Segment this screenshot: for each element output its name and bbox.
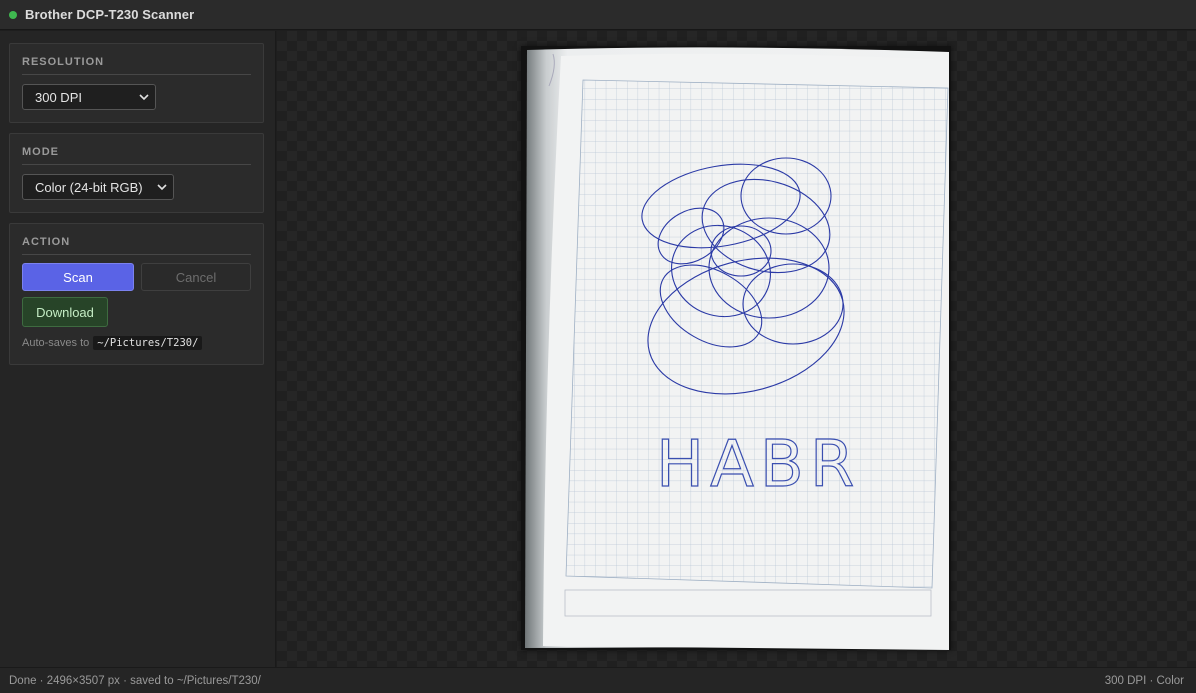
status-message: Done · 2496×3507 px · saved to ~/Picture… [9,674,261,687]
status-dot-icon [9,10,17,19]
cancel-button[interactable]: Cancel [141,263,251,291]
sidebar: RESOLUTION 300 DPI MODE Color (24-bit RG… [0,31,276,667]
action-panel: ACTION Scan Cancel Download Auto-saves t… [9,223,264,365]
app-title: Brother DCP-T230 Scanner [25,7,195,22]
scanned-image: HABR [521,46,951,650]
title-bar: Brother DCP-T230 Scanner [0,0,1196,30]
chevron-down-icon [139,94,149,101]
download-button[interactable]: Download [22,297,108,327]
scanned-notebook-page: HABR [521,46,951,650]
mode-panel: MODE Color (24-bit RGB) [9,133,264,213]
mode-select[interactable]: Color (24-bit RGB) [22,174,174,200]
autosave-label: Auto-saves to [22,337,90,349]
mode-title: MODE [22,146,59,158]
divider [22,254,251,255]
chevron-down-icon [157,184,167,191]
scan-button[interactable]: Scan [22,263,134,291]
mode-select-value: Color (24-bit RGB) [35,179,143,195]
divider [22,74,251,75]
divider [22,164,251,165]
handwriting-text: HABR [656,428,860,502]
autosave-note: Auto-saves to ~/Pictures/T230/ [22,336,203,350]
resolution-select[interactable]: 300 DPI [22,84,156,110]
preview-canvas: HABR [277,31,1196,667]
action-title: ACTION [22,236,71,248]
status-settings: 300 DPI · Color [1104,674,1184,687]
resolution-select-value: 300 DPI [35,89,82,105]
resolution-panel: RESOLUTION 300 DPI [9,43,264,123]
resolution-title: RESOLUTION [22,56,105,68]
status-bar: Done · 2496×3507 px · saved to ~/Picture… [0,667,1196,693]
autosave-path: ~/Pictures/T230/ [93,336,203,350]
